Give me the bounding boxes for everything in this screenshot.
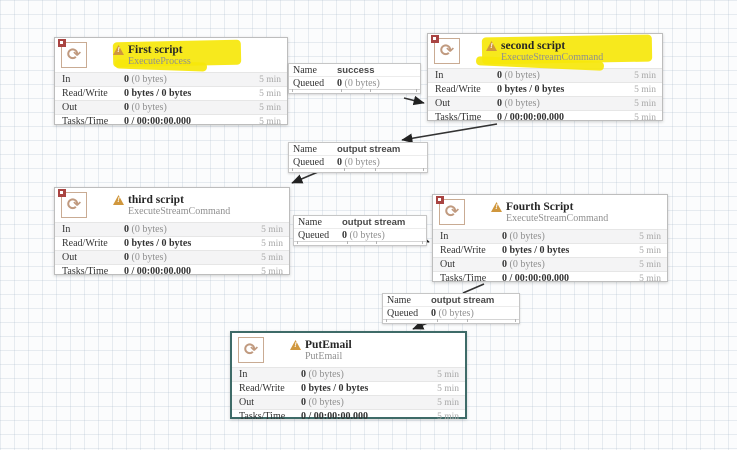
stat-row-readwrite: Read/Write 0 bytes / 0 bytes 5 min <box>55 236 289 250</box>
stat-row-tasks: Tasks/Time 0 / 00:00:00.000 5 min <box>428 110 662 124</box>
stat-row-tasks: Tasks/Time 0 / 00:00:00.000 5 min <box>232 409 465 423</box>
connection-label-output-stream-1[interactable]: Name output stream Queued 0 (0 bytes) <box>288 142 428 173</box>
processor-first-script[interactable]: ⟳ ! First script ExecuteProcess In 0 (0 … <box>54 37 288 128</box>
arrow-label-to-second[interactable] <box>403 95 425 106</box>
arrow-second-to-label[interactable] <box>401 123 498 144</box>
queue-size-bar <box>383 319 519 323</box>
processor-type: ExecuteStreamCommand <box>501 52 604 63</box>
stat-row-readwrite: Read/Write 0 bytes / 0 bytes 5 min <box>428 82 662 96</box>
processor-putemail[interactable]: ⟳ ! PutEmail PutEmail In 0 (0 bytes) 5 m… <box>230 331 467 422</box>
processor-type: ExecuteStreamCommand <box>506 213 609 224</box>
connection-label-success[interactable]: Name success Queued 0 (0 bytes) <box>288 63 421 94</box>
queue-size-bar <box>294 241 426 245</box>
connection-label-output-stream-3[interactable]: Name output stream Queued 0 (0 bytes) <box>382 293 520 324</box>
stat-row-in: In 0 (0 bytes) 5 min <box>428 68 662 82</box>
nifi-flow-canvas[interactable]: ⟳ ! First script ExecuteProcess In 0 (0 … <box>0 0 737 450</box>
stat-row-out: Out 0 (0 bytes) 5 min <box>55 100 287 114</box>
stat-row-in: In 0 (0 bytes) 5 min <box>232 367 465 381</box>
warning-icon: ! <box>491 202 502 212</box>
warning-icon: ! <box>486 41 497 51</box>
processor-header: ⟳ ! third script ExecuteStreamCommand <box>55 188 289 222</box>
processor-second-script[interactable]: ⟳ ! second script ExecuteStreamCommand I… <box>427 33 663 124</box>
stat-row-out: Out 0 (0 bytes) 5 min <box>232 395 465 409</box>
processor-title: third script <box>128 194 184 206</box>
stat-row-readwrite: Read/Write 0 bytes / 0 bytes 5 min <box>433 243 667 257</box>
processor-title: second script <box>501 40 566 52</box>
queue-size-bar <box>289 168 427 172</box>
processor-header: ⟳ ! First script ExecuteProcess <box>55 38 287 72</box>
stat-row-in: In 0 (0 bytes) 5 min <box>433 229 667 243</box>
stat-row-tasks: Tasks/Time 0 / 00:00:00.000 5 min <box>433 271 667 285</box>
stat-row-in: In 0 (0 bytes) 5 min <box>55 222 289 236</box>
stat-row-out: Out 0 (0 bytes) 5 min <box>433 257 667 271</box>
stat-row-readwrite: Read/Write 0 bytes / 0 bytes 5 min <box>232 381 465 395</box>
processor-header: ⟳ ! PutEmail PutEmail <box>232 333 465 367</box>
stat-row-out: Out 0 (0 bytes) 5 min <box>55 250 289 264</box>
stat-row-out: Out 0 (0 bytes) 5 min <box>428 96 662 110</box>
stat-row-tasks: Tasks/Time 0 / 00:00:00.000 5 min <box>55 264 289 278</box>
processor-fourth-script[interactable]: ⟳ ! Fourth Script ExecuteStreamCommand I… <box>432 194 668 285</box>
processor-title: First script <box>128 44 183 56</box>
processor-title: PutEmail <box>305 339 352 351</box>
processor-type: ExecuteStreamCommand <box>128 206 231 217</box>
connection-label-output-stream-2[interactable]: Name output stream Queued 0 (0 bytes) <box>293 215 427 246</box>
processor-header: ⟳ ! Fourth Script ExecuteStreamCommand <box>433 195 667 229</box>
warning-icon: ! <box>113 195 124 205</box>
processor-title: Fourth Script <box>506 201 574 213</box>
processor-type: PutEmail <box>305 351 343 362</box>
warning-icon: ! <box>113 45 124 55</box>
processor-type: ExecuteProcess <box>128 56 191 67</box>
processor-third-script[interactable]: ⟳ ! third script ExecuteStreamCommand In… <box>54 187 290 278</box>
stat-row-tasks: Tasks/Time 0 / 00:00:00.000 5 min <box>55 114 287 128</box>
processor-header: ⟳ ! second script ExecuteStreamCommand <box>428 34 662 71</box>
arrow-fourth-to-label[interactable] <box>462 283 485 294</box>
queue-size-bar <box>289 89 420 93</box>
stat-row-in: In 0 (0 bytes) 5 min <box>55 72 287 86</box>
warning-icon: ! <box>290 340 301 350</box>
stat-row-readwrite: Read/Write 0 bytes / 0 bytes 5 min <box>55 86 287 100</box>
